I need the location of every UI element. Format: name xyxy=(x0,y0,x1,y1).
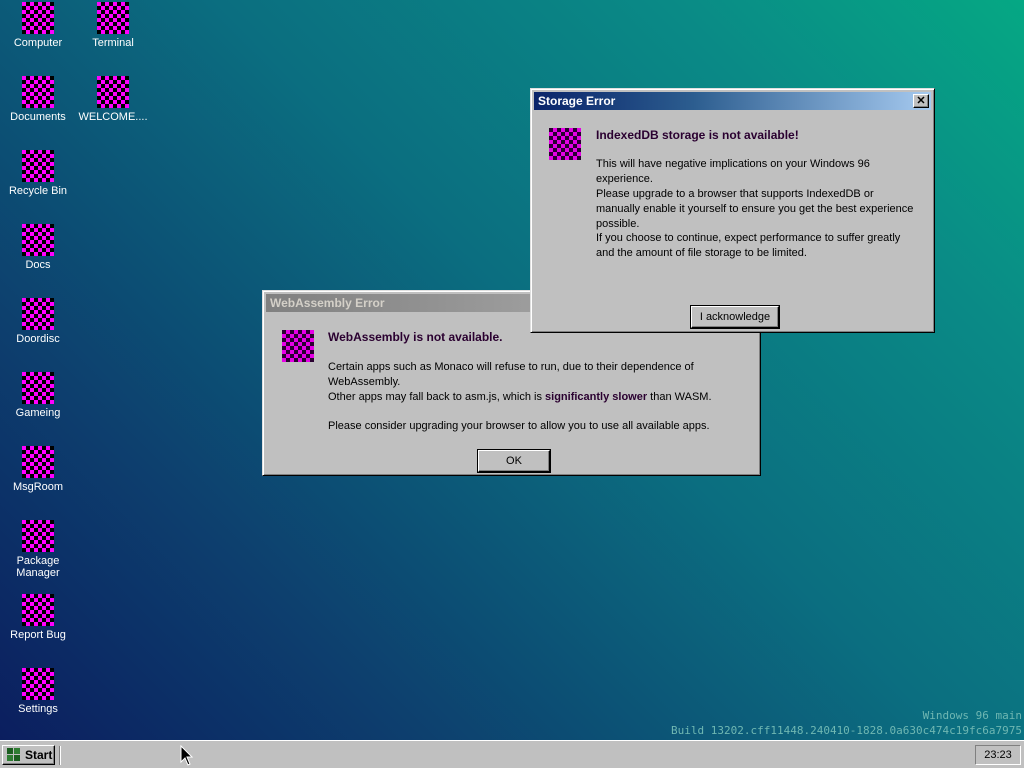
desktop-icon-label: Computer xyxy=(13,37,63,49)
desktop-icon-terminal[interactable]: Terminal xyxy=(75,2,151,49)
desktop-icon-label: Package Manager xyxy=(16,555,60,579)
ok-button[interactable]: OK xyxy=(477,449,551,473)
desktop-icon-report-bug[interactable]: Report Bug xyxy=(0,594,76,641)
desktop-icon-label: Docs xyxy=(25,259,51,271)
documents-icon xyxy=(22,76,54,108)
system-tray-clock[interactable]: 23:23 xyxy=(975,745,1021,765)
dialog-body: IndexedDB storage is not available! This… xyxy=(534,110,931,331)
desktop-icon-doordisc[interactable]: Doordisc xyxy=(0,298,76,345)
desktop-icon-welcome[interactable]: WELCOME.... xyxy=(75,76,151,123)
package-manager-icon xyxy=(22,520,54,552)
gameing-icon xyxy=(22,372,54,404)
close-button[interactable]: ✕ xyxy=(913,94,929,108)
welcome-file-icon xyxy=(97,76,129,108)
storage-error-dialog: Storage Error ✕ IndexedDB storage is not… xyxy=(530,88,935,333)
desktop-icon-docs[interactable]: Docs xyxy=(0,224,76,271)
desktop-icon-label: Gameing xyxy=(15,407,61,419)
clock-text: 23:23 xyxy=(984,749,1012,761)
terminal-icon xyxy=(97,2,129,34)
message-text: than WASM. xyxy=(647,391,712,403)
dialog-message: If you choose to continue, expect perfor… xyxy=(596,232,901,259)
desktop-icon-label: Documents xyxy=(10,111,66,123)
desktop-icon-label: Terminal xyxy=(92,37,134,49)
start-button[interactable]: Start xyxy=(2,745,55,765)
watermark-build: Build 13202.cff11448.240410-1828.0a630c4… xyxy=(671,724,1022,737)
desktop-icon-label: Doordisc xyxy=(16,333,60,345)
dialog-message: Other apps may fall back to asm.js, whic… xyxy=(328,390,748,405)
mouse-cursor-icon xyxy=(180,745,194,766)
message-text: Other apps may fall back to asm.js, whic… xyxy=(328,391,546,403)
build-watermark: Windows 96 main Build 13202.cff11448.240… xyxy=(671,708,1022,738)
settings-icon xyxy=(22,668,54,700)
window-title: Storage Error xyxy=(538,94,616,108)
desktop-icon-gameing[interactable]: Gameing xyxy=(0,372,76,419)
desktop-icon-label: Report Bug xyxy=(10,629,66,641)
desktop-icon-label: WELCOME.... xyxy=(78,111,148,123)
windows-logo-icon xyxy=(7,748,21,762)
acknowledge-button[interactable]: I acknowledge xyxy=(690,305,780,329)
close-icon: ✕ xyxy=(916,94,926,107)
window-title: WebAssembly Error xyxy=(270,296,385,310)
start-label: Start xyxy=(25,748,53,762)
taskbar: Start 23:23 xyxy=(0,740,1024,768)
desktop-icon-computer[interactable]: Computer xyxy=(0,2,76,49)
desktop-icon-settings[interactable]: Settings xyxy=(0,668,76,715)
dialog-message: Please upgrade to a browser that support… xyxy=(596,188,914,230)
desktop-icon-documents[interactable]: Documents xyxy=(0,76,76,123)
desktop-icon-package-manager[interactable]: Package Manager xyxy=(0,520,76,579)
desktop-icon-label: Settings xyxy=(18,703,58,715)
dialog-heading: WebAssembly is not available. xyxy=(328,330,503,344)
dialog-heading: IndexedDB storage is not available! xyxy=(596,128,799,142)
desktop-icon-label: Recycle Bin xyxy=(8,185,68,197)
storage-error-titlebar[interactable]: Storage Error ✕ xyxy=(534,92,931,110)
desktop-icon-msgroom[interactable]: MsgRoom xyxy=(0,446,76,493)
watermark-edition: Windows 96 main xyxy=(922,709,1022,722)
desktop-icon-label: MsgRoom xyxy=(12,481,64,493)
taskbar-divider xyxy=(59,746,61,765)
dialog-body: WebAssembly is not available. Certain ap… xyxy=(266,312,757,474)
recycle-bin-icon xyxy=(22,150,54,182)
doordisc-icon xyxy=(22,298,54,330)
checker-icon xyxy=(549,128,581,160)
report-bug-icon xyxy=(22,594,54,626)
dialog-message: Certain apps such as Monaco will refuse … xyxy=(328,361,694,388)
desktop-icon-recycle-bin[interactable]: Recycle Bin xyxy=(0,150,76,197)
emphasis-text: significantly slower xyxy=(545,391,648,403)
dialog-message: Please consider upgrading your browser t… xyxy=(328,420,710,432)
docs-icon xyxy=(22,224,54,256)
msgroom-icon xyxy=(22,446,54,478)
computer-icon xyxy=(22,2,54,34)
checker-icon xyxy=(282,330,314,362)
dialog-message: This will have negative implications on … xyxy=(596,158,870,185)
